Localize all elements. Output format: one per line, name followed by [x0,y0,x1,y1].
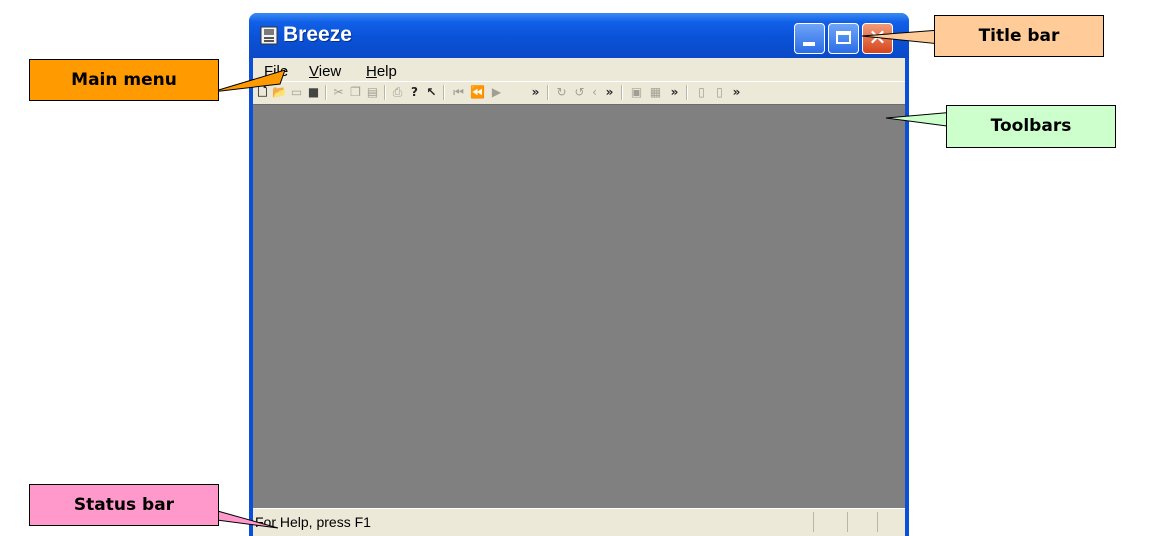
minimize-icon [803,42,815,46]
client-area: File View Help 🗋 📂 ▭ ■ ✂ ❐ ▤ ⎙ ? ↖ ⏮ ⏪ ▶… [253,58,905,536]
title-bar-callout: Title bar [934,15,1104,57]
toolbar-overflow-icon[interactable]: » [729,84,744,100]
menu-item-file[interactable]: File [264,63,288,80]
toolbar-separator [547,85,549,100]
save-icon[interactable]: ■ [306,84,321,100]
status-bar: For Help, press F1 [253,508,905,536]
new-file-icon[interactable]: 🗋 [255,84,270,100]
window-title: Breeze [283,23,352,46]
minimize-button[interactable] [794,23,825,54]
close-button[interactable]: ✕ [862,23,893,54]
toolbar-separator [443,85,445,100]
context-help-icon[interactable]: ↖ [424,84,439,100]
maximize-button[interactable] [828,23,859,54]
close-icon: ✕ [868,26,887,51]
title-bar[interactable]: Breeze ✕ [249,13,909,58]
toolbar-overflow-icon[interactable]: » [528,84,543,100]
toolbar-separator [384,85,386,100]
previous-record-icon[interactable]: ⏪ [470,84,485,100]
toolbar-overflow-icon[interactable]: » [602,84,617,100]
cut-icon[interactable]: ✂ [331,84,346,100]
undo-icon[interactable]: ↺ [572,84,587,100]
toolbar-separator [621,85,623,100]
status-text: For Help, press F1 [255,514,371,530]
toolbar-separator [686,85,688,100]
document-icon[interactable]: ▯ [712,84,727,100]
toolbars-callout: Toolbars [946,105,1116,148]
main-menu-callout: Main menu [29,59,219,101]
paste-icon[interactable]: ▤ [365,84,380,100]
status-pane-divider [847,512,848,532]
status-pane-divider [813,512,814,532]
first-record-icon[interactable]: ⏮ [451,84,466,100]
main-menu: File View Help [253,58,905,82]
grid-icon[interactable]: ▦ [648,84,663,100]
toolbars: 🗋 📂 ▭ ■ ✂ ❐ ▤ ⎙ ? ↖ ⏮ ⏪ ▶ » ↻ ↺ ‹ » ▣ ▦ … [253,81,905,105]
menu-item-help[interactable]: Help [366,63,397,80]
print-icon[interactable]: ⎙ [390,84,405,100]
next-record-icon[interactable]: ▶ [489,84,504,100]
menu-item-view[interactable]: View [309,63,341,80]
help-icon[interactable]: ? [407,84,422,100]
status-pane-divider [877,512,878,532]
app-icon [260,26,278,45]
open-dim-icon[interactable]: ▭ [289,84,304,100]
collapse-icon[interactable]: ‹ [587,84,602,100]
redo-icon[interactable]: ↻ [554,84,569,100]
document-icon[interactable]: ▯ [694,84,709,100]
open-folder-icon[interactable]: 📂 [272,84,287,100]
window-icon[interactable]: ▣ [629,84,644,100]
maximize-icon [836,31,851,44]
breeze-window: Breeze ✕ File View Help 🗋 📂 ▭ ■ ✂ ❐ ▤ ⎙ … [249,13,909,536]
copy-icon[interactable]: ❐ [348,84,363,100]
workspace[interactable] [253,104,905,509]
toolbar-separator [325,85,327,100]
toolbar-overflow-icon[interactable]: » [667,84,682,100]
status-bar-callout: Status bar [29,484,219,526]
